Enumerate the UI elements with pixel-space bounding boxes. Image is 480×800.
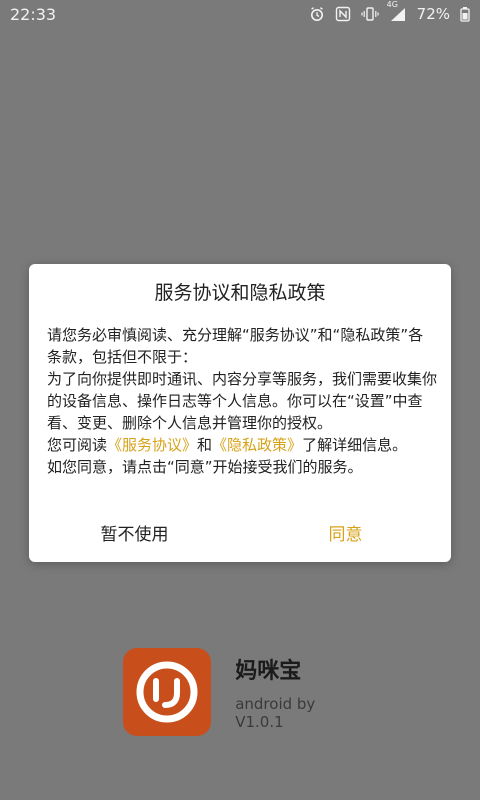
app-version: android by V1.0.1 bbox=[235, 695, 316, 731]
paragraph-3-prefix: 您可阅读 bbox=[47, 436, 108, 454]
cancel-button[interactable]: 暂不使用 bbox=[29, 502, 240, 562]
alarm-icon bbox=[309, 6, 325, 22]
service-agreement-link[interactable]: 《服务协议》 bbox=[107, 436, 197, 454]
dialog-paragraph-3: 您可阅读《服务协议》和《隐私政策》了解详细信息。 bbox=[47, 434, 437, 456]
paragraph-3-suffix: 了解详细信息。 bbox=[302, 436, 408, 454]
status-icons: 4G 72% bbox=[309, 0, 470, 23]
network-type: 4G bbox=[386, 0, 398, 9]
dialog-paragraph-1: 请您务必审慎阅读、充分理解“服务协议”和“隐私政策”各条款，包括但不限于： bbox=[47, 326, 424, 366]
nfc-icon bbox=[335, 6, 351, 22]
battery-icon bbox=[460, 6, 470, 22]
dialog-actions: 暂不使用 同意 bbox=[29, 502, 451, 562]
dialog-paragraph-2: 为了向你提供即时通讯、内容分享等服务，我们需要收集你的设备信息、操作日志等个人信… bbox=[47, 370, 438, 432]
paragraph-3-middle: 和 bbox=[197, 436, 213, 454]
privacy-dialog: 服务协议和隐私政策 请您务必审慎阅读、充分理解“服务协议”和“隐私政策”各条款，… bbox=[29, 264, 451, 562]
battery-percent: 72% bbox=[416, 5, 450, 23]
accept-button[interactable]: 同意 bbox=[240, 502, 451, 562]
app-logo-icon bbox=[123, 648, 212, 736]
vibrate-icon bbox=[361, 6, 379, 22]
app-branding: 妈咪宝 android by V1.0.1 bbox=[123, 646, 363, 738]
dialog-body: 请您务必审慎阅读、充分理解“服务协议”和“隐私政策”各条款，包括但不限于： 为了… bbox=[47, 324, 437, 478]
dialog-title: 服务协议和隐私政策 bbox=[154, 282, 326, 304]
privacy-policy-link[interactable]: 《隐私政策》 bbox=[212, 436, 302, 454]
dialog-paragraph-4: 如您同意，请点击“同意”开始接受我们的服务。 bbox=[47, 458, 363, 476]
app-name: 妈咪宝 bbox=[235, 659, 302, 684]
signal-4g-icon: 4G bbox=[387, 0, 407, 22]
status-bar: 22:33 4G 72% bbox=[0, 0, 480, 28]
status-time: 22:33 bbox=[10, 4, 57, 24]
